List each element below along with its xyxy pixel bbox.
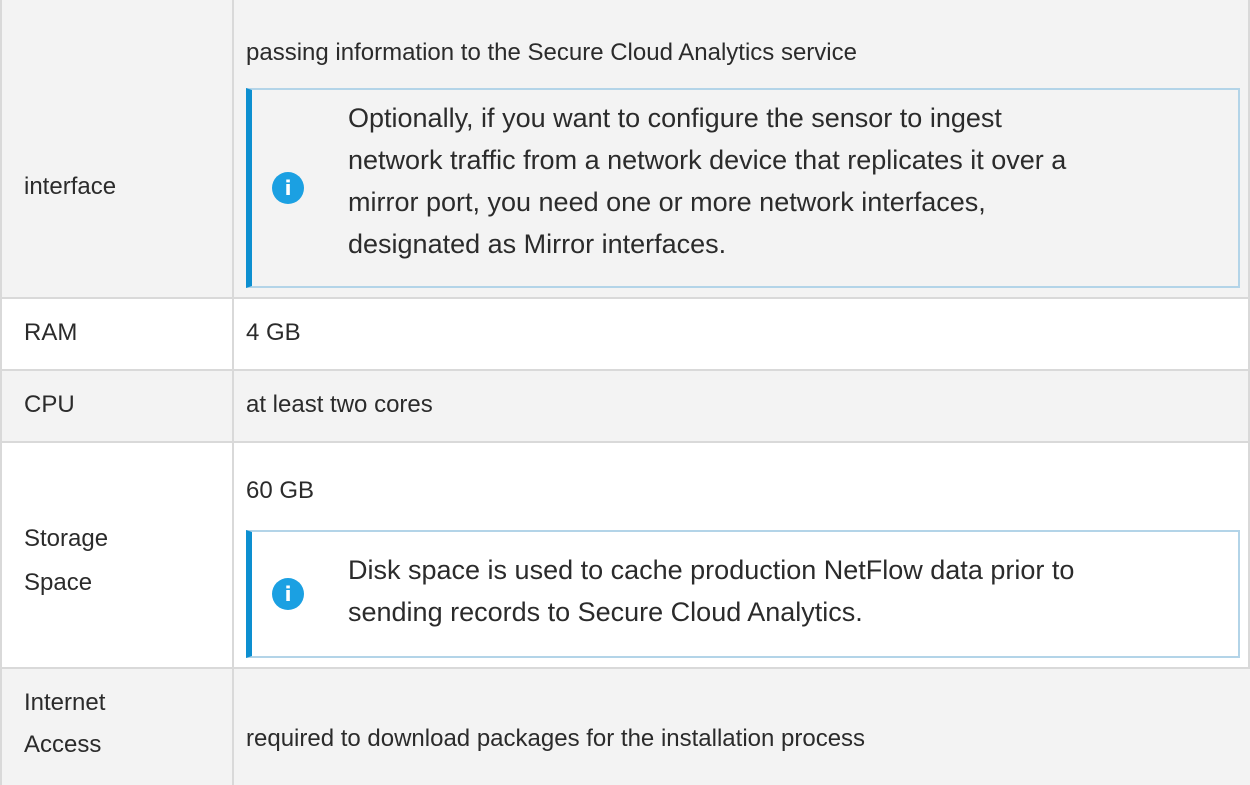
info-note-disk-space: i Disk space is used to cache production… (246, 530, 1240, 658)
table-row-ram: RAM 4 GB (0, 298, 1250, 370)
info-icon: i (272, 172, 304, 204)
row-label-ram: RAM (24, 319, 78, 346)
note-text-line-2: network traffic from a network device th… (348, 145, 1067, 175)
note-text-line-4: designated as Mirror interfaces. (348, 229, 727, 259)
row-label-cpu: CPU (24, 391, 75, 418)
note-text-line-2: sending records to Secure Cloud Analytic… (348, 597, 863, 627)
row-divider (0, 667, 1250, 669)
table-row-cpu: CPU at least two cores (0, 370, 1250, 442)
row-value-ram: 4 GB (246, 319, 301, 346)
row-label-internet-line-2: Access (24, 731, 102, 758)
row-value-storage: 60 GB (246, 477, 315, 504)
table-row-interface: interface passing information to the Sec… (0, 0, 1250, 298)
row-value-internet: required to download packages for the in… (246, 725, 866, 752)
row-value-interface: passing information to the Secure Cloud … (246, 39, 857, 66)
row-label-interface: interface (24, 173, 117, 200)
table-row-internet-access: Internet Access required to download pac… (0, 668, 1250, 785)
row-label-storage-line-2: Space (24, 569, 93, 596)
note-text-line-3: mirror port, you need one or more networ… (348, 187, 986, 217)
row-divider (0, 369, 1250, 371)
requirements-table: interface passing information to the Sec… (0, 0, 1250, 785)
note-text-line-1: Optionally, if you want to configure the… (348, 103, 1002, 133)
info-icon: i (272, 578, 304, 610)
row-divider (0, 297, 1250, 299)
row-label-storage-line-1: Storage (24, 525, 109, 552)
info-note-mirror-interfaces: i Optionally, if you want to configure t… (246, 88, 1240, 288)
row-divider (0, 441, 1250, 443)
row-value-cpu: at least two cores (246, 391, 433, 418)
row-label-internet-line-1: Internet (24, 689, 106, 716)
note-text-line-1: Disk space is used to cache production N… (348, 555, 1075, 585)
table-row-storage-space: Storage Space 60 GB i Disk space is used… (0, 442, 1250, 668)
